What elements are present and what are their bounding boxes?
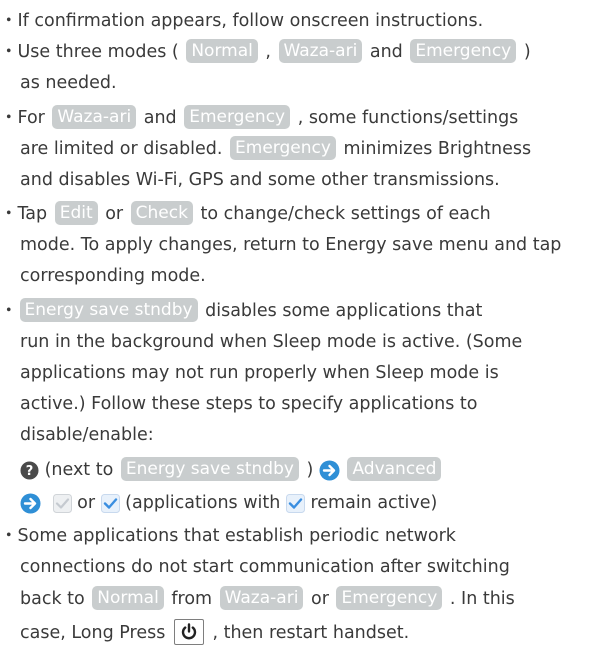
bullet: ・ bbox=[0, 42, 18, 62]
note-text: and bbox=[364, 42, 409, 62]
note-line-18: connections do not start communication a… bbox=[20, 552, 510, 582]
note-line-2: ・Use three modes ( Normal , Waza-ari and… bbox=[0, 37, 531, 67]
instruction-notes: ・If confirmation appears, follow onscree… bbox=[0, 0, 590, 670]
note-text: back to bbox=[20, 589, 91, 609]
emergency-mode-chip: Emergency bbox=[410, 39, 517, 63]
waza-ari-mode-chip: Waza-ari bbox=[52, 105, 137, 129]
edit-button-chip: Edit bbox=[54, 201, 98, 225]
normal-mode-chip: Normal bbox=[186, 39, 258, 63]
note-line-1: ・If confirmation appears, follow onscree… bbox=[0, 6, 483, 36]
svg-text:?: ? bbox=[26, 464, 34, 479]
note-text: and bbox=[138, 108, 183, 128]
note-text: (applications with bbox=[119, 493, 286, 513]
note-line-9: corresponding mode. bbox=[20, 261, 206, 291]
note-text: For bbox=[17, 108, 51, 128]
power-key-icon bbox=[173, 619, 204, 645]
note-text: from bbox=[165, 589, 218, 609]
help-circle-icon: ? bbox=[20, 461, 39, 480]
note-text: minimizes Brightness bbox=[337, 139, 532, 159]
note-text: or bbox=[305, 589, 335, 609]
advanced-chip: Advanced bbox=[347, 457, 442, 481]
note-text: ) bbox=[518, 42, 531, 62]
note-line-15: ? (next to Energy save stndby ) Advanced bbox=[20, 455, 443, 485]
note-text: mode. To apply changes, return to Energy… bbox=[20, 235, 562, 255]
bullet: ・ bbox=[0, 526, 18, 546]
note-text: corresponding mode. bbox=[20, 266, 206, 286]
waza-ari-mode-chip: Waza-ari bbox=[278, 39, 363, 63]
note-text: disables some applications that bbox=[199, 301, 483, 321]
note-text: to change/check settings of each bbox=[194, 204, 491, 224]
note-text: Some applications that establish periodi… bbox=[17, 526, 456, 546]
note-text: connections do not start communication a… bbox=[20, 557, 510, 577]
waza-ari-mode-chip: Waza-ari bbox=[219, 586, 304, 610]
note-text: as needed. bbox=[20, 73, 117, 93]
note-text: If confirmation appears, follow onscreen… bbox=[17, 11, 484, 31]
note-text: , some functions/settings bbox=[292, 108, 519, 128]
check-button-chip: Check bbox=[130, 201, 193, 225]
note-line-8: mode. To apply changes, return to Energy… bbox=[20, 230, 561, 260]
energy-save-standby-chip: Energy save stndby bbox=[120, 457, 299, 481]
note-text: are limited or disabled. bbox=[20, 139, 229, 159]
note-line-5: are limited or disabled. Emergency minim… bbox=[20, 134, 531, 164]
bullet: ・ bbox=[0, 204, 18, 224]
note-text: or bbox=[71, 493, 101, 513]
note-text: , bbox=[259, 42, 277, 62]
emergency-mode-chip: Emergency bbox=[336, 586, 443, 610]
note-text: case, Long Press bbox=[20, 623, 171, 643]
bullet: ・ bbox=[0, 11, 18, 31]
note-text: remain active) bbox=[304, 493, 438, 513]
note-text: Use three modes ( bbox=[17, 42, 185, 62]
bullet: ・ bbox=[0, 301, 18, 321]
note-line-17: ・Some applications that establish period… bbox=[0, 521, 456, 551]
note-text: or bbox=[99, 204, 129, 224]
checkbox-checked-icon bbox=[285, 493, 305, 513]
note-text: . In this bbox=[444, 589, 515, 609]
arrow-right-circle-icon bbox=[319, 460, 340, 481]
note-line-14: disable/enable: bbox=[20, 420, 154, 450]
note-text: ) bbox=[300, 460, 319, 480]
emergency-mode-chip: Emergency bbox=[230, 136, 336, 160]
note-line-7: ・Tap Edit or Check to change/check setti… bbox=[0, 199, 491, 229]
energy-save-standby-chip: Energy save stndby bbox=[19, 298, 198, 322]
note-text: , then restart handset. bbox=[206, 623, 410, 643]
note-text: Tap bbox=[17, 204, 53, 224]
note-line-20: case, Long Press , then restart handset. bbox=[20, 618, 409, 648]
bullet: ・ bbox=[0, 108, 18, 128]
checkbox-unchecked-icon bbox=[52, 493, 72, 513]
note-text: and disables Wi-Fi, GPS and some other t… bbox=[20, 170, 500, 190]
note-text: active.) Follow these steps to specify a… bbox=[20, 394, 478, 414]
note-text: (next to bbox=[39, 460, 119, 480]
note-line-12: applications may not run properly when S… bbox=[20, 358, 499, 388]
note-line-11: run in the background when Sleep mode is… bbox=[20, 327, 522, 357]
normal-mode-chip: Normal bbox=[92, 586, 164, 610]
note-line-16: or (applications with remain active) bbox=[20, 488, 437, 518]
note-line-13: active.) Follow these steps to specify a… bbox=[20, 389, 477, 419]
note-line-3: as needed. bbox=[20, 68, 117, 98]
arrow-right-circle-icon bbox=[20, 493, 41, 514]
emergency-mode-chip: Emergency bbox=[184, 105, 291, 129]
note-line-10: ・ Energy save stndby disables some applic… bbox=[0, 296, 482, 326]
checkbox-checked-icon bbox=[100, 493, 120, 513]
note-line-6: and disables Wi-Fi, GPS and some other t… bbox=[20, 165, 500, 195]
note-text: disable/enable: bbox=[20, 425, 154, 445]
note-text: run in the background when Sleep mode is… bbox=[20, 332, 523, 352]
note-line-4: ・For Waza-ari and Emergency , some funct… bbox=[0, 103, 518, 133]
note-text: applications may not run properly when S… bbox=[20, 363, 499, 383]
note-line-19: back to Normal from Waza-ari or Emergenc… bbox=[20, 584, 515, 614]
